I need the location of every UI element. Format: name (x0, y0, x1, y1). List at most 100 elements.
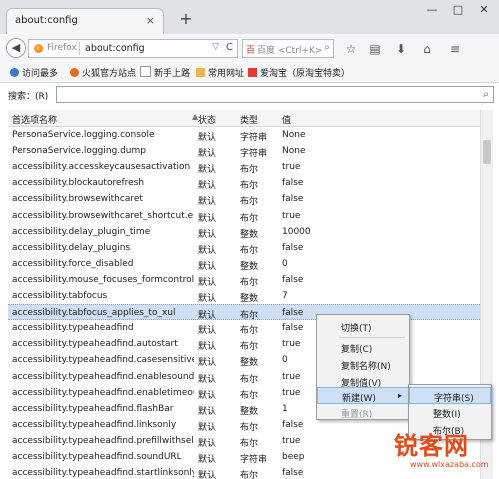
cell-name: accessibility.typeaheadfind.linksonly (12, 419, 177, 430)
cell-value: true (282, 210, 301, 221)
cell-status: 默认 (198, 245, 217, 256)
cell-type: 布尔 (240, 342, 259, 353)
table-row[interactable]: PersonaService.logging.console 默认 字符串 None (8, 127, 480, 143)
column-header-name[interactable]: 首选项名称 (12, 113, 57, 126)
column-header-status[interactable]: 状态 (198, 113, 216, 126)
url-separator (79, 42, 80, 55)
cell-status: 默认 (198, 390, 217, 401)
url-text[interactable]: about:config (85, 43, 145, 54)
cell-status: 默认 (198, 261, 217, 272)
bookmark-common-sites[interactable]: 常用网址 (196, 66, 244, 79)
home-icon[interactable]: ⌂ (418, 40, 436, 58)
table-row[interactable]: accessibility.blockautorefresh 默认 布尔 false (8, 175, 480, 191)
menu-item-copy[interactable]: 复制(C) (317, 339, 409, 356)
cell-name: accessibility.typeaheadfind.soundURL (12, 452, 182, 462)
context-menu: 切换(T) 复制(C) 复制名称(N) 复制值(V) 新建(W) ▸ 重置(R) (316, 314, 410, 420)
reload-icon[interactable]: C (226, 42, 233, 53)
folder-icon (196, 68, 205, 77)
filter-input[interactable]: ⌕ (56, 86, 494, 103)
cell-name: accessibility.browsewithcaret_shortcut.e… (12, 210, 194, 221)
cell-status: 默认 (198, 374, 217, 385)
cell-status: 默认 (198, 342, 217, 353)
column-header-type[interactable]: 类型 (240, 113, 258, 126)
cell-type: 字符串 (240, 149, 268, 160)
table-row[interactable]: accessibility.browsewithcaret_shortcut.e… (8, 208, 480, 224)
table-row[interactable]: accessibility.accesskeycausesactivation 默… (8, 159, 480, 175)
cell-status: 默认 (198, 422, 217, 433)
cell-value: None (282, 130, 306, 140)
bookmark-firefox-site[interactable]: 火狐官方站点 (70, 66, 136, 79)
table-row[interactable]: accessibility.force_disabled 默认 整数 0 (8, 256, 480, 272)
cell-type: 布尔 (240, 471, 259, 479)
cell-type: 整数 (240, 406, 259, 417)
star-icon[interactable]: ☆ (342, 40, 360, 58)
back-button[interactable]: ◀ (6, 38, 26, 58)
url-bar[interactable]: Firefox about:config ▽ C (28, 39, 238, 58)
search-icon[interactable]: ⌕ (324, 42, 330, 53)
cell-value: beep (282, 452, 305, 462)
cell-name: accessibility.delay_plugin_time (12, 226, 151, 237)
cell-value: false (282, 419, 304, 430)
cell-type: 整数 (240, 358, 259, 369)
table-row[interactable]: PersonaService.logging.dump 默认 字符串 None (8, 143, 480, 159)
menu-item-toggle[interactable]: 切换(T) (317, 318, 409, 335)
cell-type: 字符串 (240, 455, 268, 465)
menu-icon[interactable]: ≡ (446, 40, 464, 58)
cell-name: accessibility.typeaheadfind.enablesound (12, 371, 194, 382)
cell-name: accessibility.browsewithcaret (12, 194, 143, 205)
firefox-icon (34, 44, 43, 53)
search-bar[interactable]: 百 百度 <Ctrl+K> ⌕ (242, 39, 334, 58)
tab-title: about:config (15, 15, 78, 26)
tab-about-config[interactable]: about:config × (6, 8, 164, 34)
cell-name: accessibility.accesskeycausesactivation (12, 162, 191, 173)
taobao-icon (248, 68, 257, 77)
cell-type: 布尔 (240, 277, 259, 288)
cell-status: 默认 (198, 311, 217, 322)
filter-label: 搜索：(R) (8, 92, 49, 102)
table-row[interactable]: accessibility.tabfocus 默认 整数 7 (8, 288, 480, 304)
watermark-text: 锐客网 (394, 432, 469, 460)
menu-item-copy-name[interactable]: 复制名称(N) (317, 356, 409, 373)
submenu-item-string[interactable]: 字符串(S) (409, 387, 491, 404)
table-header: 首选项名称 ▲ 状态 类型 值 (8, 110, 480, 127)
cell-type: 布尔 (240, 390, 259, 401)
menu-separator (339, 337, 405, 338)
bookmark-aitaobao[interactable]: 爱淘宝（原淘宝特卖） (248, 66, 350, 79)
search-icon[interactable]: ⌕ (483, 89, 489, 100)
url-dropdown-icon[interactable]: ▽ (212, 42, 219, 52)
cell-type: 布尔 (240, 245, 259, 256)
watermark-logo: 锐客网 www.wlxazaba.com (392, 418, 492, 476)
cell-status: 默认 (198, 149, 217, 160)
reading-list-icon[interactable]: ▤ (366, 40, 384, 58)
cell-type: 布尔 (240, 181, 259, 192)
bookmark-most-visited[interactable]: 访问最多 (10, 66, 58, 79)
new-tab-button[interactable]: + (176, 9, 196, 29)
table-row[interactable]: accessibility.browsewithcaret 默认 布尔 false (8, 191, 480, 207)
table-row[interactable]: accessibility.delay_plugin_time 默认 整数 10000 (8, 224, 480, 240)
cell-status: 默认 (198, 229, 217, 240)
table-row[interactable]: accessibility.delay_plugins 默认 布尔 false (8, 240, 480, 256)
cell-value: false (282, 468, 304, 479)
close-window-button[interactable]: ✕ (472, 2, 496, 18)
menu-item-new[interactable]: 新建(W) ▸ (317, 387, 409, 404)
close-tab-icon[interactable]: × (146, 14, 155, 27)
cell-value: false (282, 242, 304, 253)
cell-status: 默认 (198, 438, 217, 449)
download-icon[interactable]: ⬇ (392, 40, 410, 58)
cell-name: accessibility.typeaheadfind.startlinkson… (12, 468, 194, 479)
cell-type: 布尔 (240, 422, 259, 433)
table-row[interactable]: accessibility.mouse_focuses_formcontrol 默… (8, 272, 480, 288)
cell-name: accessibility.typeaheadfind.autostart (12, 339, 178, 350)
cell-status: 默认 (198, 294, 217, 304)
cell-value: 7 (282, 291, 288, 301)
maximize-button[interactable]: □ (446, 2, 470, 18)
filter-row: 搜索：(R) ⌕ (0, 84, 499, 106)
bookmark-getting-started[interactable]: 新手上路 (140, 66, 190, 79)
cell-name: accessibility.delay_plugins (12, 242, 131, 253)
cell-type: 布尔 (240, 326, 259, 337)
baidu-icon[interactable]: 百 (246, 43, 255, 56)
scrollbar-thumb[interactable] (483, 140, 491, 164)
minimize-button[interactable]: — (420, 2, 444, 18)
column-header-value[interactable]: 值 (282, 113, 291, 126)
cell-value: true (282, 435, 301, 446)
